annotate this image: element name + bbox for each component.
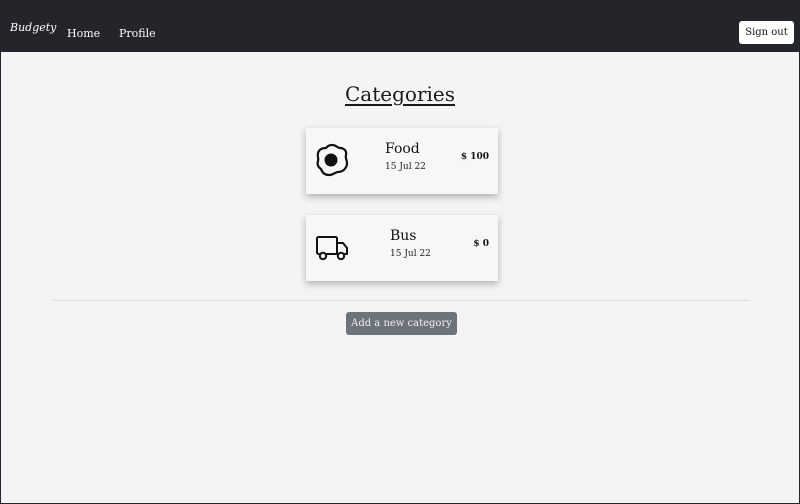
category-name: Food	[385, 141, 420, 157]
nav-link-home[interactable]: Home	[67, 27, 100, 40]
category-name: Bus	[390, 228, 417, 244]
nav-link-profile[interactable]: Profile	[119, 27, 156, 40]
fried-egg-icon	[316, 143, 349, 177]
truck-icon	[316, 236, 348, 261]
add-category-button[interactable]: Add a new category	[346, 312, 457, 335]
brand-logo[interactable]: Budgety	[10, 21, 56, 34]
category-card[interactable]: Food 15 Jul 22 $ 100	[306, 128, 498, 194]
navbar: Budgety Home Profile Sign out	[1, 0, 799, 52]
category-amount: $ 100	[460, 152, 489, 162]
sign-out-button[interactable]: Sign out	[739, 21, 794, 44]
app-frame: Budgety Home Profile Sign out Categories…	[0, 0, 800, 504]
page-title: Categories	[345, 82, 455, 106]
category-card[interactable]: Bus 15 Jul 22 $ 0	[306, 215, 498, 281]
category-amount: $ 0	[473, 239, 489, 249]
category-date: 15 Jul 22	[390, 249, 431, 259]
category-date: 15 Jul 22	[385, 162, 426, 172]
section-divider	[53, 300, 750, 301]
